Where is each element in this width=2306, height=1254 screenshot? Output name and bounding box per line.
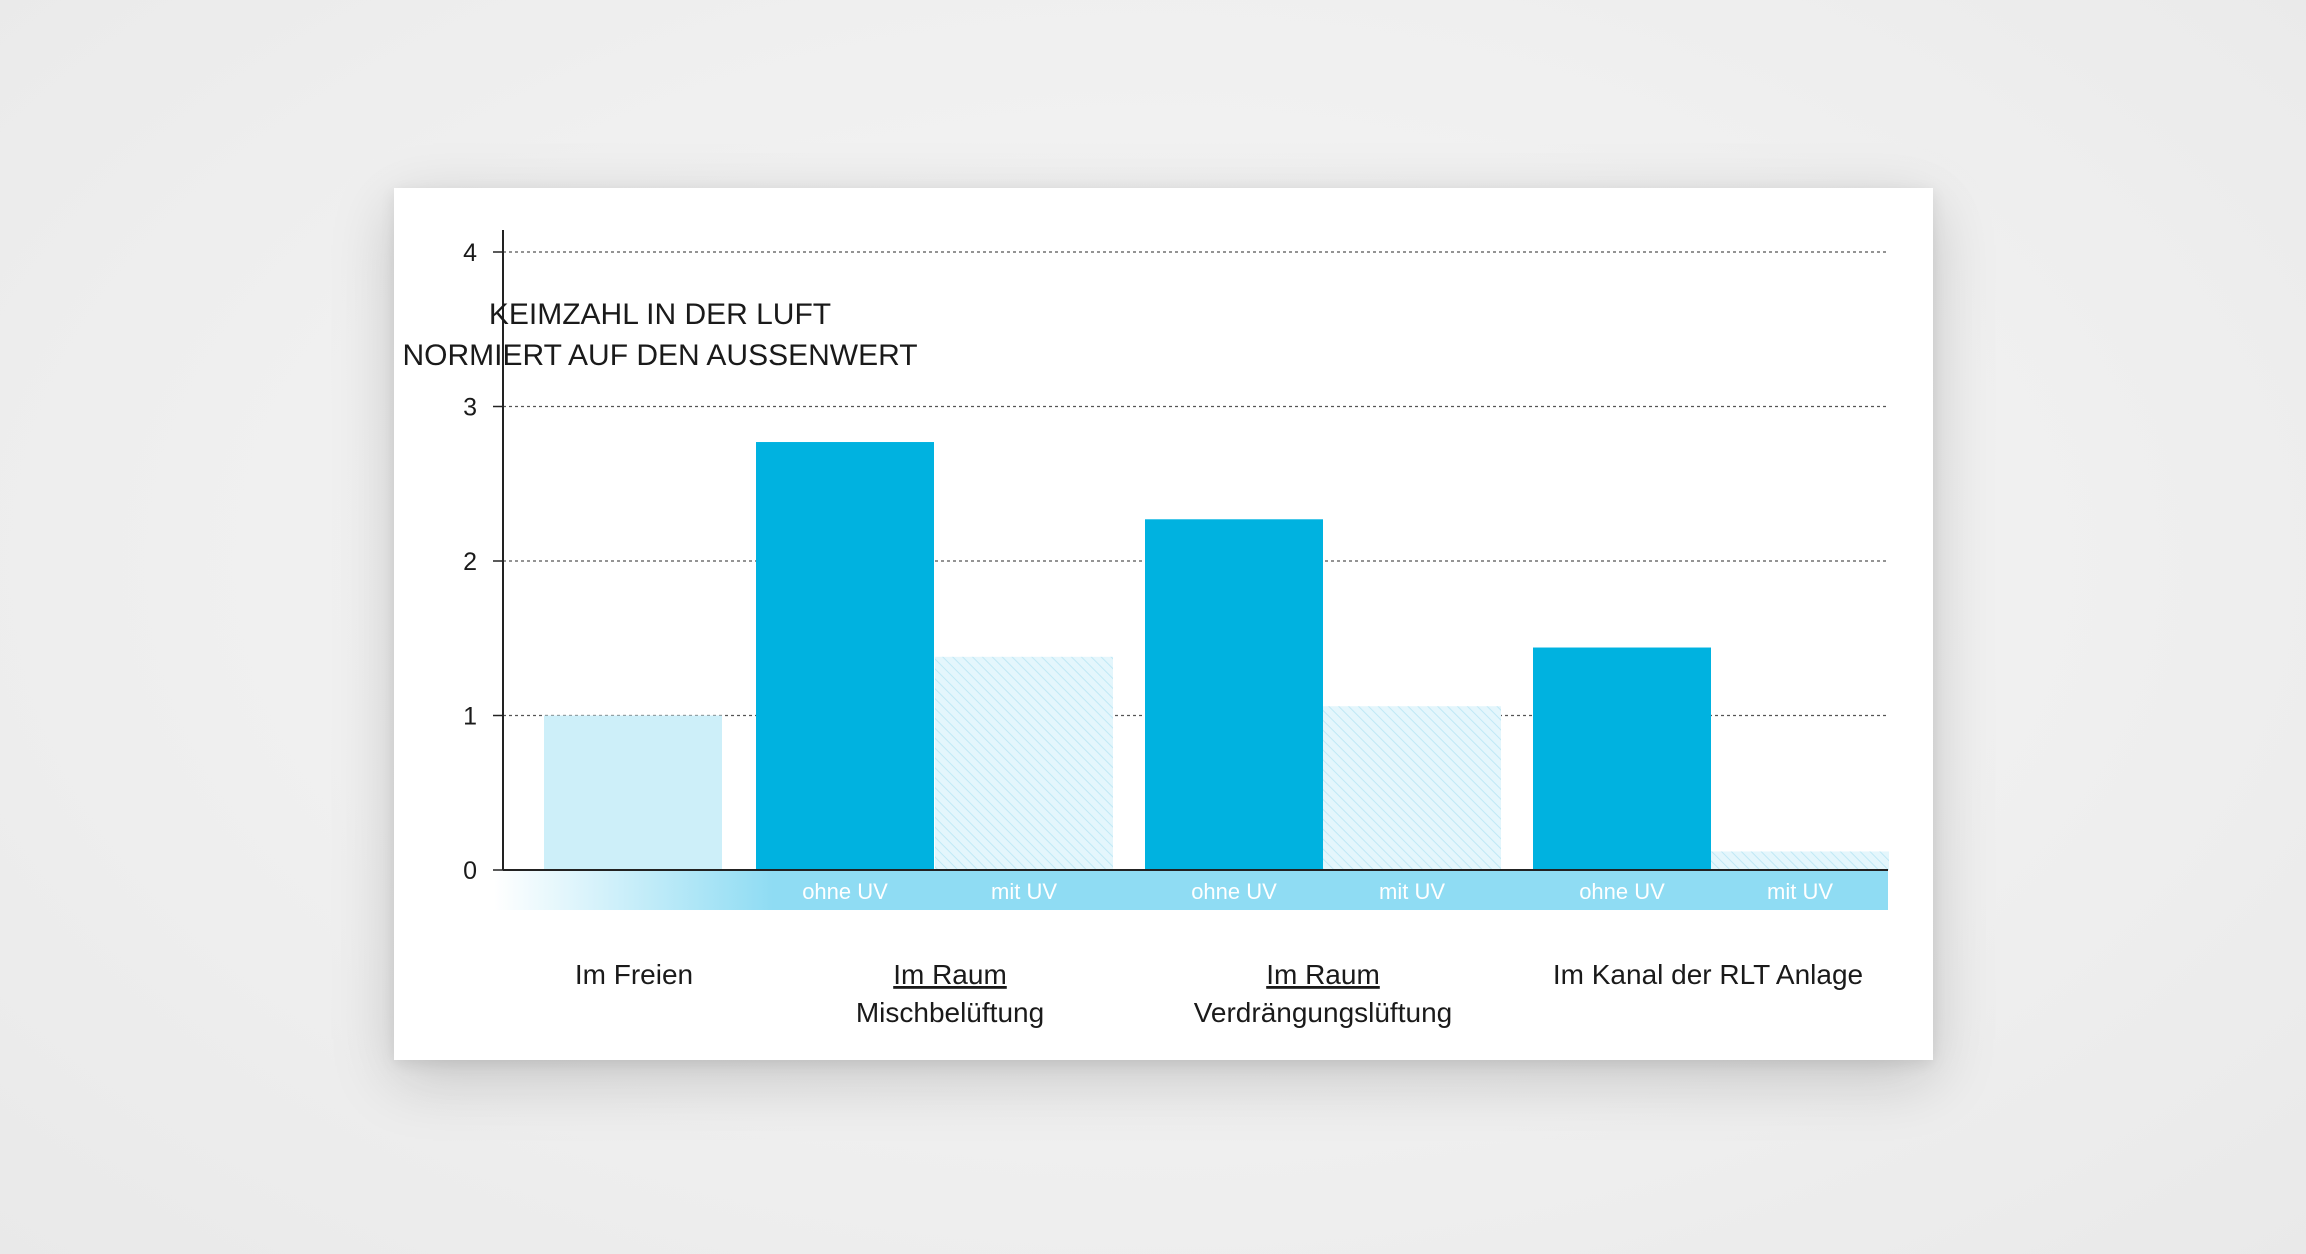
y-tick-label-3: 3	[463, 394, 477, 422]
bars	[544, 442, 1889, 870]
group-label-2-1: Verdrängungslüftung	[1194, 997, 1452, 1028]
y-tick-label-2: 2	[463, 548, 477, 576]
bar-5	[1533, 647, 1711, 870]
bar-6	[1711, 851, 1889, 870]
bar-label-6: mit UV	[1767, 879, 1833, 904]
group-label-1-1: Mischbelüftung	[856, 997, 1044, 1028]
bar-1	[756, 442, 934, 870]
chart-title-line-2: NORMIERT AUF DEN AUSSENWERT	[402, 339, 917, 372]
group-label-2-0: Im Raum	[1266, 959, 1380, 990]
bar-3	[1145, 519, 1323, 870]
bar-label-4: mit UV	[1379, 879, 1445, 904]
chart-title: KEIMZAHL IN DER LUFT NORMIERT AUF DEN AU…	[402, 298, 917, 372]
bar-chart: 0 1 2 3 4 KEIMZAHL IN DER LUFT NORMIERT AUF …	[402, 230, 1889, 1028]
bar-label-5: ohne UV	[1579, 879, 1665, 904]
group-label-1-0: Im Raum	[893, 959, 1007, 990]
bar-0	[544, 715, 722, 870]
group-label-0-0: Im Freien	[575, 959, 693, 990]
bar-label-2: mit UV	[991, 879, 1057, 904]
y-tick-label-0: 0	[463, 857, 477, 885]
chart-title-line-1: KEIMZAHL IN DER LUFT	[489, 298, 831, 331]
group-labels: Im Freien Im Raum Mischbelüftung Im Raum Ver…	[575, 959, 1863, 1028]
bar-4	[1323, 706, 1501, 870]
group-label-3-0: Im Kanal der RLT Anlage	[1553, 959, 1863, 990]
chart-card: 0 1 2 3 4 KEIMZAHL IN DER LUFT NORMIERT AUF …	[394, 188, 1933, 1060]
bar-label-1: ohne UV	[802, 879, 888, 904]
y-tick-label-1: 1	[463, 703, 477, 731]
bar-2	[935, 656, 1113, 870]
y-tick-label-4: 4	[463, 239, 477, 267]
bar-label-3: ohne UV	[1191, 879, 1277, 904]
